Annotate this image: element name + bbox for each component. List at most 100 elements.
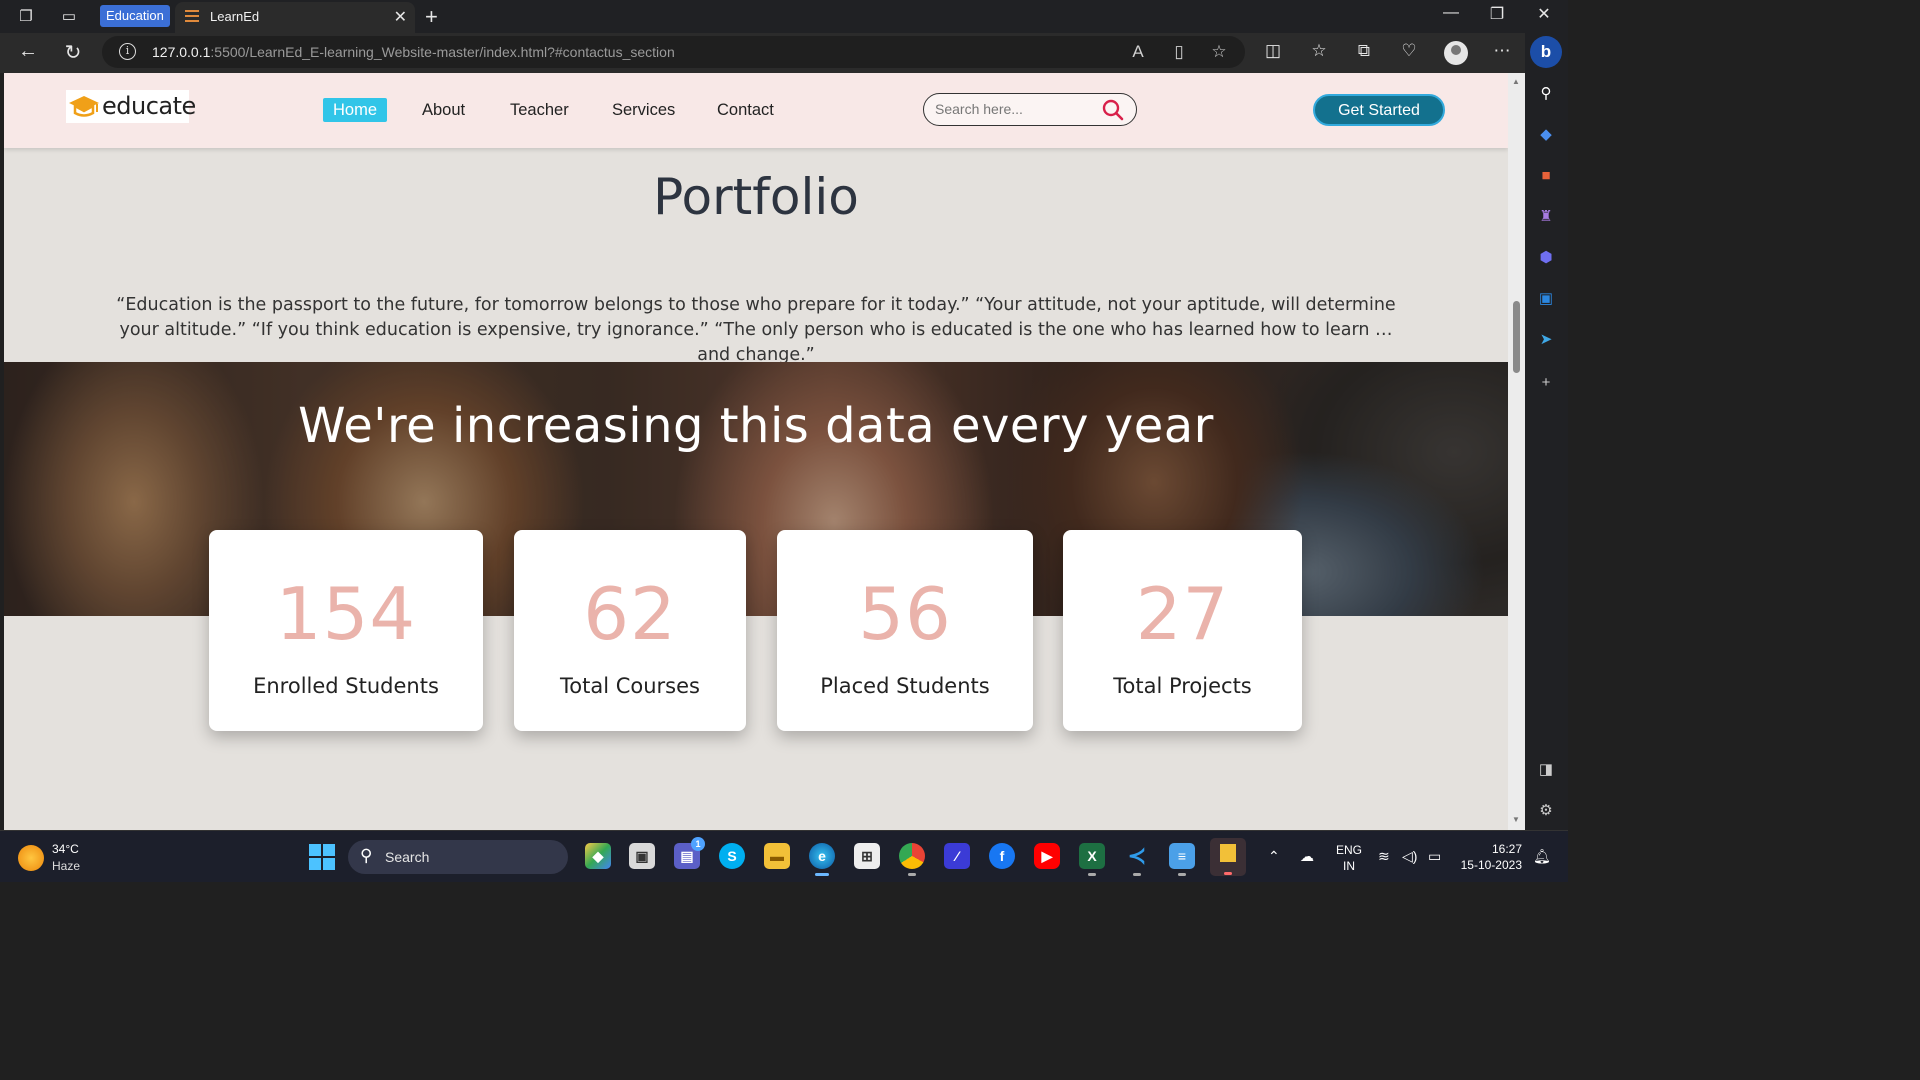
scroll-up-arrow-icon[interactable]: ▲ (1512, 77, 1520, 86)
split-screen-icon[interactable]: ◫ (1260, 41, 1286, 61)
stat-value: 62 (583, 572, 677, 656)
bing-copilot-icon[interactable]: b (1530, 36, 1562, 68)
microsoft-store-icon[interactable]: ⊞ (854, 843, 880, 869)
site-header: educate Home About Teacher Services Cont… (4, 73, 1508, 148)
stat-label: Total Courses (560, 674, 700, 698)
graduation-cap-icon (69, 96, 99, 117)
page-scrollbar[interactable]: ▲ ▼ (1508, 73, 1525, 830)
back-arrow-icon[interactable]: ← (15, 40, 41, 63)
region-code: IN (1343, 859, 1355, 873)
vscode-icon[interactable]: ≺ (1124, 843, 1150, 876)
notification-bell-icon[interactable]: 🔔︎ (1533, 848, 1551, 865)
stat-label: Placed Students (820, 674, 990, 698)
favorite-star-icon[interactable]: ☆ (1207, 42, 1231, 62)
site-info-icon[interactable]: i (119, 43, 136, 60)
nav-contact[interactable]: Contact (717, 98, 774, 122)
stat-label: Total Projects (1113, 674, 1252, 698)
tools-briefcase-icon[interactable]: ■ (1535, 165, 1557, 187)
scrollbar-thumb[interactable] (1513, 301, 1520, 373)
task-view-icon[interactable]: ▣ (629, 843, 655, 869)
lang-code: ENG (1336, 843, 1363, 857)
sun-haze-icon (18, 845, 44, 871)
language-indicator[interactable]: ENG IN (1336, 842, 1362, 874)
add-sidebar-app-icon[interactable]: + (1535, 372, 1557, 394)
stat-card-placed: 56 Placed Students (777, 530, 1033, 731)
site-logo[interactable]: educate (66, 90, 196, 123)
close-tab-icon[interactable]: ✕ (394, 7, 407, 27)
battery-icon[interactable]: ▭ (1428, 848, 1441, 865)
page-viewport: educate Home About Teacher Services Cont… (4, 73, 1508, 830)
file-explorer-icon[interactable]: ▬ (764, 843, 790, 869)
teams-badge: 1 (691, 837, 705, 851)
clock-date: 15-10-2023 (1460, 858, 1522, 872)
onedrive-cloud-icon[interactable]: ☁ (1300, 848, 1314, 865)
new-tab-button[interactable]: + (425, 4, 438, 30)
search-placeholder: Search here... (935, 101, 1023, 117)
wifi-icon[interactable]: ≋ (1378, 848, 1390, 865)
send-icon[interactable]: ➤ (1535, 329, 1557, 351)
edge-browser-icon[interactable]: e (809, 843, 835, 876)
games-icon[interactable]: ♜ (1535, 206, 1557, 228)
search-icon[interactable]: ⚲ (1535, 83, 1557, 105)
site-search-input[interactable]: Search here... (923, 93, 1137, 126)
stats-heading: We're increasing this data every year (298, 398, 1214, 454)
stat-value: 154 (275, 572, 417, 656)
search-icon[interactable] (1102, 99, 1124, 121)
sidebar-settings-gear-icon[interactable]: ⚙ (1535, 800, 1557, 822)
windows-taskbar: 34°C Haze ⚲ Search ◆ ▣ ▤ 1 S ▬ e ⊞ ⁄ f ▶ … (0, 830, 1568, 882)
taskbar-search-label: Search (385, 849, 430, 865)
workspaces-icon[interactable]: ❐ (15, 6, 37, 28)
nav-services[interactable]: Services (612, 98, 675, 122)
portfolio-quote: “Education is the passport to the future… (116, 295, 1396, 365)
tab-learned[interactable]: LearnEd ✕ (175, 2, 415, 33)
volume-icon[interactable]: ◁) (1402, 848, 1417, 865)
windows-start-icon[interactable] (309, 844, 335, 870)
browser-essentials-icon[interactable]: ♡ (1396, 41, 1422, 61)
minimize-button[interactable]: — (1431, 4, 1471, 22)
scroll-down-arrow-icon[interactable]: ▼ (1512, 815, 1520, 824)
stat-card-courses: 62 Total Courses (514, 530, 746, 731)
restore-button[interactable]: ❐ (1477, 4, 1517, 24)
shopping-tag-icon[interactable]: ◆ (1535, 124, 1557, 146)
outlook-icon[interactable]: ▣ (1535, 288, 1557, 310)
browser-title-bar: ❐ ▭ Education LearnEd ✕ + — ❐ ✕ (0, 0, 1568, 33)
power-automate-icon[interactable]: ⁄ (944, 843, 970, 869)
refresh-icon[interactable]: ↻ (60, 40, 86, 65)
taskbar-search[interactable]: ⚲ Search (348, 840, 568, 874)
tab-actions-icon[interactable]: ▭ (58, 6, 80, 28)
stat-label: Enrolled Students (253, 674, 439, 698)
read-aloud-icon[interactable]: A (1126, 42, 1150, 62)
chrome-icon[interactable] (899, 843, 925, 876)
clock-time: 16:27 (1491, 842, 1522, 856)
dev-home-pre-icon[interactable]: ◆ (585, 843, 611, 869)
nav-about[interactable]: About (422, 98, 465, 122)
nav-teacher[interactable]: Teacher (510, 98, 569, 122)
file-explorer-active-icon[interactable] (1210, 838, 1246, 876)
teams-chat-icon[interactable]: ▤ 1 (674, 837, 705, 869)
notepad-icon[interactable]: ≡ (1169, 843, 1195, 876)
portfolio-title: Portfolio (653, 168, 859, 226)
profile-avatar[interactable] (1444, 41, 1468, 65)
menu-favicon-icon (185, 10, 199, 24)
close-window-button[interactable]: ✕ (1524, 4, 1564, 24)
get-started-button[interactable]: Get Started (1313, 94, 1445, 126)
microsoft-365-icon[interactable]: ⬢ (1535, 247, 1557, 269)
nav-home[interactable]: Home (323, 98, 388, 122)
address-bar[interactable]: i 127.0.0.1:5500/LearnEd_E-learning_Webs… (102, 36, 1245, 68)
system-clock[interactable]: 16:27 15-10-2023 (1460, 841, 1522, 873)
immersive-reader-icon[interactable]: ▯ (1167, 42, 1191, 62)
youtube-icon[interactable]: ▶ (1034, 843, 1060, 869)
tab-group-label[interactable]: Education (100, 5, 170, 27)
collections-icon[interactable]: ⧉ (1351, 41, 1377, 61)
hide-sidebar-icon[interactable]: ◨ (1535, 759, 1557, 781)
weather-condition: Haze (52, 859, 81, 873)
more-options-icon[interactable]: ⋯ (1489, 41, 1515, 61)
facebook-icon[interactable]: f (989, 843, 1015, 869)
url-text[interactable]: 127.0.0.1:5500/LearnEd_E-learning_Websit… (152, 44, 675, 60)
tab-title: LearnEd (210, 9, 260, 24)
favorites-icon[interactable]: ☆ (1306, 41, 1332, 61)
chevron-up-icon[interactable]: ⌃ (1268, 848, 1280, 865)
stat-card-projects: 27 Total Projects (1063, 530, 1302, 731)
skype-icon[interactable]: S (719, 843, 745, 869)
excel-icon[interactable]: X (1079, 843, 1105, 876)
